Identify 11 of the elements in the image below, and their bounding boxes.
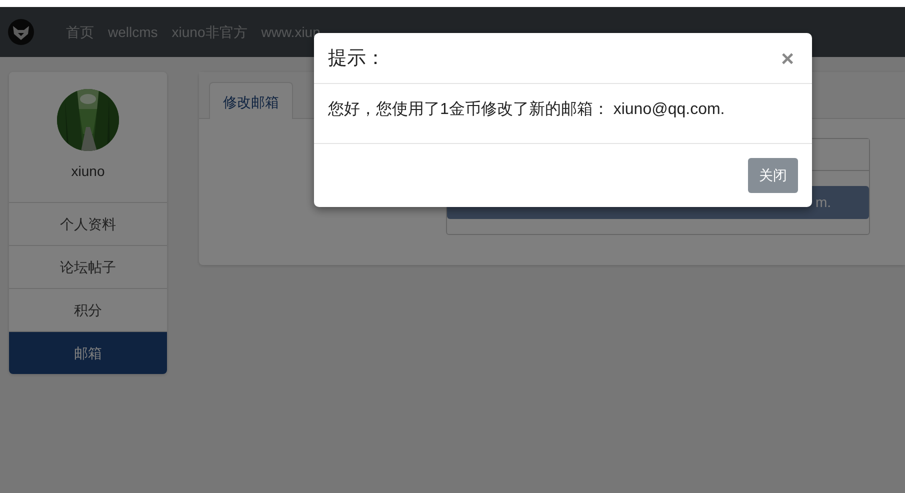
modal-title: 提示： [328,48,385,71]
sidebar-item[interactable]: 积分 [9,288,167,331]
close-button[interactable]: × [777,48,798,70]
modal-message: 您好，您使用了1金币修改了新的邮箱： xiuno@qq.com. [328,100,725,118]
tab[interactable]: 修改邮箱 [209,82,293,119]
username: xiuno [71,162,105,181]
sidebar-item[interactable]: 个人资料 [9,202,167,245]
close-button[interactable]: 关闭 [748,158,798,193]
sidebar-item[interactable]: 论坛帖子 [9,245,167,288]
logo-icon[interactable] [8,19,34,45]
sidebar-item[interactable]: 邮箱 [9,331,167,374]
